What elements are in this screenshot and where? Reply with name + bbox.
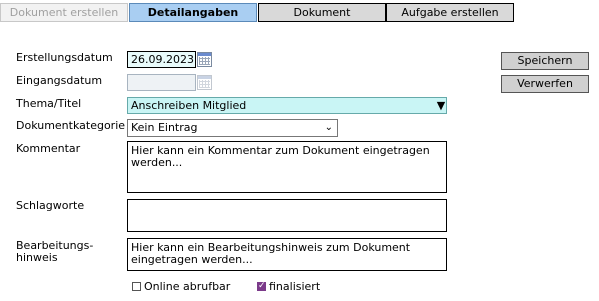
received-date-field[interactable] xyxy=(127,74,196,91)
tab-detailangaben[interactable]: Detailangaben xyxy=(129,3,257,22)
category-label: Dokumentkategorie xyxy=(16,119,126,132)
calendar-icon[interactable] xyxy=(197,52,212,67)
category-select[interactable]: Kein Eintrag ⌄ xyxy=(127,119,338,137)
finalized-checkbox[interactable]: ✓ xyxy=(257,281,266,291)
tab-dokument-erstellen[interactable]: Dokument erstellen xyxy=(0,3,128,22)
theme-label: Thema/Titel xyxy=(16,97,82,110)
tab-aufgabe-erstellen[interactable]: Aufgabe erstellen xyxy=(386,3,514,22)
chevron-down-icon: ⌄ xyxy=(324,122,333,133)
created-date-label: Erstellungsdatum xyxy=(16,51,113,64)
finalized-label: finalisiert xyxy=(269,280,321,293)
note-textarea[interactable]: Hier kann ein Bearbeitungshinweis zum Do… xyxy=(127,238,447,271)
keywords-textarea[interactable] xyxy=(127,199,447,232)
online-label: Online abrufbar xyxy=(144,280,231,293)
save-button[interactable]: Speichern xyxy=(501,52,589,70)
comment-textarea[interactable]: Hier kann ein Kommentar zum Dokument ein… xyxy=(127,141,447,193)
theme-field[interactable]: Anschreiben Mitglied xyxy=(127,97,447,114)
check-icon: ✓ xyxy=(258,281,266,291)
comment-label: Kommentar xyxy=(16,142,81,155)
received-date-label: Eingangsdatum xyxy=(16,74,103,87)
calendar-icon[interactable] xyxy=(197,75,212,90)
category-value: Kein Eintrag xyxy=(131,121,198,134)
keywords-label: Schlagworte xyxy=(16,199,85,212)
note-label-line2: hinweis xyxy=(16,251,58,264)
created-date-field[interactable]: 26.09.2023 xyxy=(127,51,196,68)
triangle-down-icon[interactable]: ▼ xyxy=(435,97,447,114)
online-checkbox[interactable] xyxy=(132,282,141,291)
tab-dokument[interactable]: Dokument xyxy=(258,3,386,22)
discard-button[interactable]: Verwerfen xyxy=(501,75,589,93)
